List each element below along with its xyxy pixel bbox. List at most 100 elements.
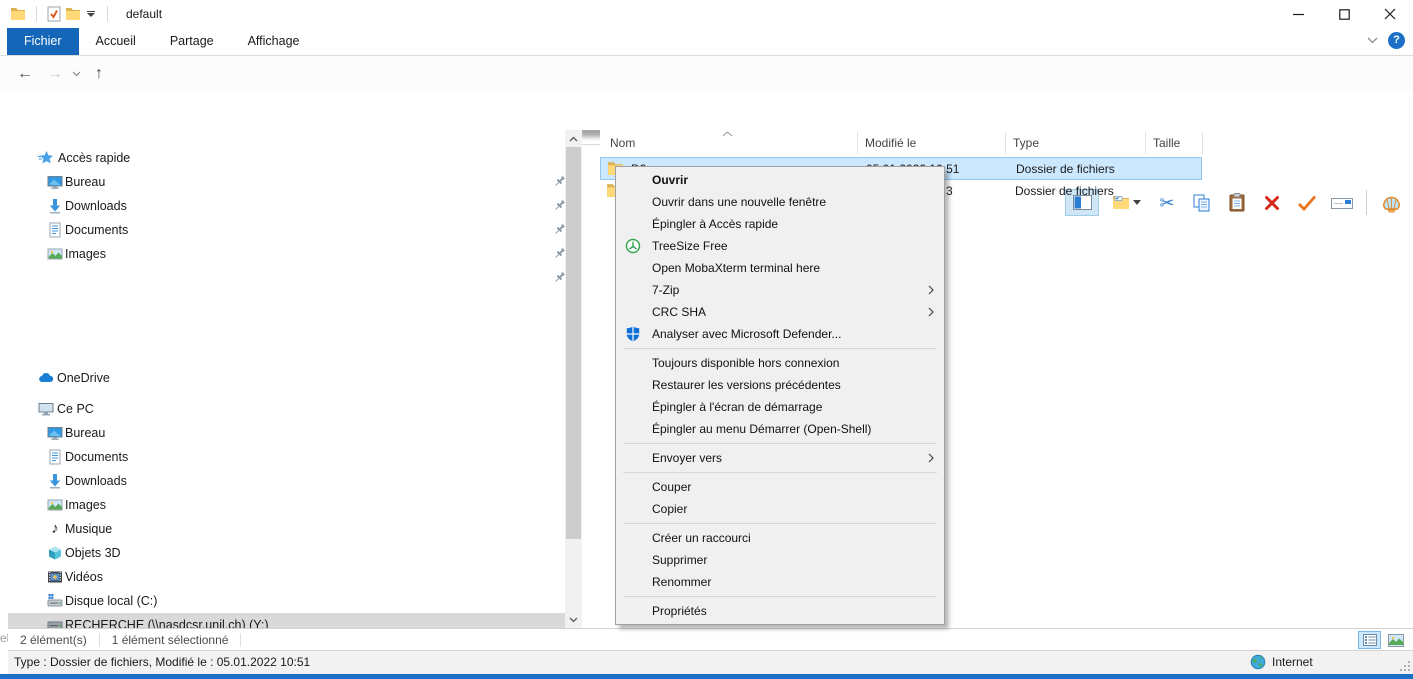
forward-button: → bbox=[42, 56, 68, 92]
menu-item-delete[interactable]: Supprimer bbox=[616, 549, 944, 571]
sidebar-item-pc-downloads[interactable]: Downloads bbox=[8, 469, 565, 493]
address-toolbar: ← → ↑ Ce PC RECHERCHE (\\nasdcsr.unil.ch… bbox=[0, 56, 1413, 92]
sidebar-item-pc-images[interactable]: Images bbox=[8, 493, 565, 517]
menu-item-cut[interactable]: Couper bbox=[616, 476, 944, 498]
menu-separator bbox=[623, 348, 937, 349]
menu-item-rename[interactable]: Renommer bbox=[616, 571, 944, 593]
ribbon-collapse-chevron-icon[interactable] bbox=[1367, 37, 1378, 44]
details-view-button[interactable] bbox=[1358, 631, 1381, 649]
back-button[interactable]: ← bbox=[12, 56, 38, 92]
menu-item-create-shortcut[interactable]: Créer un raccourci bbox=[616, 527, 944, 549]
sidebar-item-qa-documents[interactable]: Documents bbox=[8, 218, 565, 242]
menu-separator bbox=[623, 596, 937, 597]
defender-shield-icon bbox=[625, 326, 641, 342]
menu-item-pin-start-menu-openshell[interactable]: Épingler au menu Démarrer (Open-Shell) bbox=[616, 418, 944, 440]
delete-button[interactable] bbox=[1258, 189, 1286, 216]
background-window-artifact: el bbox=[0, 631, 8, 645]
submenu-chevron-icon bbox=[928, 285, 934, 295]
pin-icon bbox=[553, 175, 565, 188]
qat-customize-dropdown[interactable] bbox=[85, 9, 97, 19]
help-button[interactable]: ? bbox=[1388, 32, 1405, 49]
3d-objects-cube-icon bbox=[47, 545, 63, 561]
scrollbar-thumb[interactable] bbox=[566, 147, 581, 539]
sidebar-item-pc-recherche-drive[interactable]: RECHERCHE (\\nasdcsr.unil.ch) (Y:) bbox=[8, 613, 565, 628]
title-bar: default bbox=[0, 0, 1413, 28]
menu-separator bbox=[623, 472, 937, 473]
maximize-button[interactable] bbox=[1321, 0, 1367, 28]
recent-locations-chevron-icon[interactable] bbox=[72, 71, 81, 77]
up-button[interactable]: ↑ bbox=[86, 56, 112, 92]
column-header-taille[interactable]: Taille bbox=[1153, 130, 1180, 156]
pin-icon bbox=[553, 271, 565, 284]
sidebar-item-pc-disque-c[interactable]: Disque local (C:) bbox=[8, 589, 565, 613]
sidebar-item-pc-objets-3d[interactable]: Objets 3D bbox=[8, 541, 565, 565]
onedrive-cloud-icon bbox=[38, 370, 54, 386]
network-zone-label: Internet bbox=[1272, 655, 1313, 669]
menu-item-send-to[interactable]: Envoyer vers bbox=[616, 447, 944, 469]
rename-button[interactable] bbox=[1328, 189, 1356, 216]
desktop-icon bbox=[47, 425, 63, 441]
scroll-up-chevron-icon[interactable] bbox=[565, 130, 582, 147]
resize-grip[interactable] bbox=[1398, 659, 1411, 672]
globe-icon bbox=[1250, 654, 1266, 670]
item-count: 2 élément(s) bbox=[8, 633, 99, 647]
column-header-type[interactable]: Type bbox=[1013, 130, 1039, 156]
command-toolbar: ✂ bbox=[0, 92, 1413, 130]
sidebar-item-qa-images[interactable]: Images bbox=[8, 242, 565, 266]
menu-item-defender-scan[interactable]: Analyser avec Microsoft Defender... bbox=[616, 323, 944, 345]
menu-separator bbox=[623, 523, 937, 524]
menu-item-mobaxterm-terminal[interactable]: Open MobaXterm terminal here bbox=[616, 257, 944, 279]
sidebar-item-pc-documents[interactable]: Documents bbox=[8, 445, 565, 469]
scroll-down-chevron-icon[interactable] bbox=[565, 611, 582, 628]
menu-item-pin-quick-access[interactable]: Épingler à Accès rapide bbox=[616, 213, 944, 235]
tab-accueil[interactable]: Accueil bbox=[79, 28, 153, 55]
sidebar-item-qa-downloads[interactable]: Downloads bbox=[8, 194, 565, 218]
menu-separator bbox=[623, 443, 937, 444]
menu-item-offline-available[interactable]: Toujours disponible hors connexion bbox=[616, 352, 944, 374]
bottom-window-edge bbox=[0, 674, 1413, 679]
menu-item-open[interactable]: Ouvrir bbox=[616, 169, 944, 191]
tab-partage[interactable]: Partage bbox=[153, 28, 231, 55]
sidebar-item-onedrive[interactable]: OneDrive bbox=[8, 366, 565, 390]
selection-count: 1 élément sélectionné bbox=[100, 633, 241, 647]
menu-item-restore-versions[interactable]: Restaurer les versions précédentes bbox=[616, 374, 944, 396]
thumbnails-view-button[interactable] bbox=[1384, 631, 1407, 649]
sidebar-scrollbar[interactable] bbox=[565, 130, 582, 628]
menu-item-properties[interactable]: Propriétés bbox=[616, 600, 944, 622]
classic-shell-icon[interactable] bbox=[1377, 189, 1405, 216]
music-note-icon: ♪ bbox=[47, 521, 63, 537]
pin-icon bbox=[553, 199, 565, 212]
minimize-button[interactable] bbox=[1275, 0, 1321, 28]
tab-affichage[interactable]: Affichage bbox=[231, 28, 317, 55]
sidebar-item-qa-redacted[interactable] bbox=[8, 266, 565, 290]
file-modified-fragment: 3 bbox=[946, 180, 953, 203]
sidebar-item-qa-bureau[interactable]: Bureau bbox=[8, 170, 565, 194]
menu-item-copy[interactable]: Copier bbox=[616, 498, 944, 520]
qat-properties-button[interactable] bbox=[47, 6, 61, 22]
downloads-icon bbox=[47, 473, 63, 489]
menu-item-crc-sha[interactable]: CRC SHA bbox=[616, 301, 944, 323]
submenu-chevron-icon bbox=[928, 307, 934, 317]
validate-button[interactable] bbox=[1293, 189, 1321, 216]
desktop-icon bbox=[47, 174, 63, 190]
menu-item-7zip[interactable]: 7-Zip bbox=[616, 279, 944, 301]
sort-ascending-chevron-icon bbox=[722, 131, 733, 137]
downloads-icon bbox=[47, 198, 63, 214]
sidebar-item-pc-musique[interactable]: ♪ Musique bbox=[8, 517, 565, 541]
close-button[interactable] bbox=[1367, 0, 1413, 28]
info-bar: Type : Dossier de fichiers, Modifié le :… bbox=[8, 650, 1413, 674]
sidebar-item-pc-videos[interactable]: Vidéos bbox=[8, 565, 565, 589]
sidebar-item-ce-pc[interactable]: Ce PC bbox=[8, 397, 565, 421]
qat-new-folder-button[interactable] bbox=[65, 7, 81, 21]
column-header-modifie-le[interactable]: Modifié le bbox=[865, 130, 916, 156]
menu-item-treesize-free[interactable]: TreeSize Free bbox=[616, 235, 944, 257]
pictures-icon bbox=[47, 246, 63, 262]
tab-fichier[interactable]: Fichier bbox=[7, 28, 79, 55]
sidebar-item-quick-access[interactable]: Accès rapide bbox=[8, 146, 565, 170]
paste-button[interactable] bbox=[1223, 189, 1251, 216]
documents-icon bbox=[47, 222, 63, 238]
sidebar-item-pc-bureau[interactable]: Bureau bbox=[8, 421, 565, 445]
menu-item-open-new-window[interactable]: Ouvrir dans une nouvelle fenêtre bbox=[616, 191, 944, 213]
column-header-nom[interactable]: Nom bbox=[610, 130, 635, 156]
menu-item-pin-start-screen[interactable]: Épingler à l'écran de démarrage bbox=[616, 396, 944, 418]
